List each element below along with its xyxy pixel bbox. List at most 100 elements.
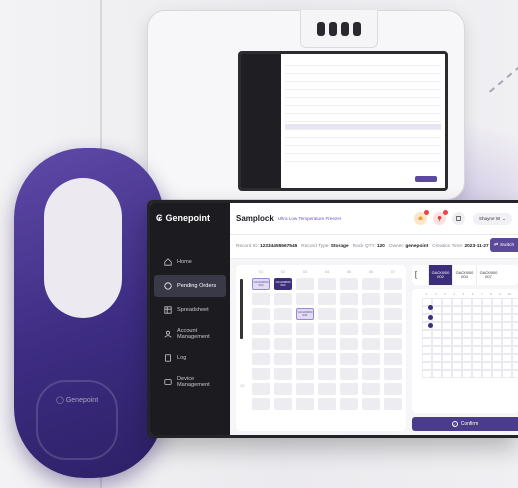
rack-cell[interactable] [274,353,292,365]
box-tab[interactable]: GAO0000 004 [452,265,476,285]
rack-cell[interactable] [318,278,336,290]
box-slot[interactable] [432,298,442,306]
box-slot[interactable] [422,338,432,346]
box-slot[interactable] [492,338,502,346]
box-slot[interactable] [512,370,518,378]
box-slot[interactable] [502,338,512,346]
rack-cell[interactable] [296,368,314,380]
rack-cell[interactable]: GCA00000 002 [252,278,270,290]
box-slot[interactable] [432,354,442,362]
box-slot[interactable] [452,306,462,314]
box-slot[interactable] [492,298,502,306]
box-slot[interactable] [512,306,518,314]
rack-cell[interactable] [274,368,292,380]
box-slot[interactable] [442,298,452,306]
box-slot[interactable] [512,314,518,322]
box-slot[interactable] [432,314,442,322]
box-slot[interactable] [432,322,442,330]
box-slot[interactable] [502,314,512,322]
rack-cell[interactable] [384,398,402,410]
rack-cell[interactable] [384,323,402,335]
box-slot[interactable] [452,370,462,378]
rack-cell[interactable] [362,338,380,350]
box-slot[interactable] [422,346,432,354]
rack-cell[interactable] [318,338,336,350]
rack-cell[interactable] [274,308,292,320]
box-slot[interactable] [432,370,442,378]
box-slot[interactable] [482,338,492,346]
box-slot[interactable] [452,338,462,346]
box-slot[interactable] [502,322,512,330]
box-slot[interactable] [482,362,492,370]
box-slot[interactable] [432,362,442,370]
sidebar-item-device-management[interactable]: Device Management [154,371,226,393]
box-slot[interactable] [492,354,502,362]
rack-cell[interactable] [274,323,292,335]
box-slot[interactable] [422,330,432,338]
occupied-slot[interactable] [428,315,433,320]
rack-cell[interactable] [340,278,358,290]
box-slot[interactable] [462,370,472,378]
box-slot[interactable] [512,362,518,370]
rack-cell[interactable] [362,368,380,380]
user-menu-button[interactable]: Shayne W ⌄ [472,212,512,225]
rack-cell[interactable] [318,308,336,320]
confirm-button[interactable]: ✓ Confirm [412,417,518,431]
box-slot[interactable] [442,338,452,346]
occupied-slot[interactable] [428,323,433,328]
rack-cell[interactable] [340,323,358,335]
box-slot[interactable] [482,330,492,338]
switch-button[interactable]: ⇄ Switch [490,238,518,252]
box-slot[interactable] [492,306,502,314]
rack-cell[interactable] [296,338,314,350]
rack-cell[interactable] [252,383,270,395]
rack-cell[interactable] [318,353,336,365]
box-slot[interactable] [502,298,512,306]
box-slot[interactable] [452,354,462,362]
rack-cell[interactable] [252,398,270,410]
box-slot[interactable] [422,362,432,370]
rack-cell[interactable] [274,338,292,350]
rack-cell[interactable] [340,398,358,410]
rack-cell[interactable] [340,383,358,395]
rack-cell[interactable] [384,308,402,320]
box-slot[interactable] [422,354,432,362]
rack-cell[interactable] [318,323,336,335]
box-slot[interactable] [472,338,482,346]
rack-cell[interactable] [340,308,358,320]
rack-cell[interactable] [340,353,358,365]
box-slot[interactable] [422,370,432,378]
rack-cell[interactable] [252,353,270,365]
sidebar-item-account-management[interactable]: Account Management [154,323,226,345]
box-slot[interactable] [502,306,512,314]
rack-cell[interactable] [296,293,314,305]
box-slot[interactable] [482,322,492,330]
box-slot[interactable] [442,314,452,322]
box-slot[interactable] [502,370,512,378]
box-slot[interactable] [512,330,518,338]
box-slot[interactable] [462,346,472,354]
rack-cell[interactable] [318,398,336,410]
rack-cell[interactable] [362,278,380,290]
rack-cell[interactable] [274,398,292,410]
rack-cell[interactable] [384,338,402,350]
box-slot[interactable] [472,330,482,338]
box-slot[interactable] [462,322,472,330]
box-slot[interactable] [452,330,462,338]
sidebar-item-home[interactable]: Home [154,251,226,273]
bell-icon[interactable] [413,210,429,225]
box-slot[interactable] [442,306,452,314]
rack-cell[interactable] [274,293,292,305]
box-tab[interactable]: GAO0000 002 [428,265,452,285]
box-slot[interactable] [502,354,512,362]
box-slot[interactable] [452,322,462,330]
rack-cell[interactable] [362,323,380,335]
box-slot[interactable] [502,346,512,354]
box-slot[interactable] [472,370,482,378]
sidebar-item-spreadsheet[interactable]: Spreadsheet [154,299,226,321]
box-slot[interactable] [482,354,492,362]
box-slot[interactable] [432,306,442,314]
box-slot[interactable] [512,298,518,306]
box-slot[interactable] [452,346,462,354]
rack-cell[interactable] [296,278,314,290]
